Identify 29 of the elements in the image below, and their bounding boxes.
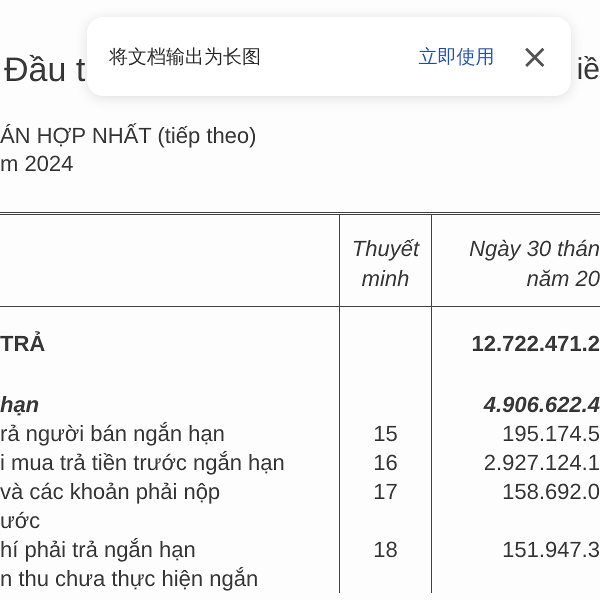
- row-label: rả người bán ngắn hạn: [0, 420, 225, 448]
- close-button[interactable]: ×: [520, 42, 549, 72]
- column-header: minh: [362, 264, 410, 292]
- banner-message: 将文档输出为长图: [109, 44, 262, 70]
- row-label: TRẢ: [0, 330, 46, 358]
- row-label: và các khoản phải nộp: [0, 478, 220, 506]
- amount: 151.947.3: [502, 536, 600, 564]
- amount: 158.692.0: [502, 478, 600, 506]
- amount: 195.174.5: [502, 420, 600, 448]
- note-number: 17: [373, 478, 398, 506]
- document-heading: Đầu t: [4, 50, 86, 91]
- document-subtitle: ÁN HỢP NHẤT (tiếp theo): [0, 122, 258, 150]
- amount: 12.722.471.2: [472, 330, 600, 358]
- row-label: ước: [0, 507, 40, 535]
- column-header: năm 20: [526, 264, 600, 292]
- row-label: hạn: [0, 391, 40, 419]
- row-label: i mua trả tiền trước ngắn hạn: [0, 449, 285, 477]
- note-number: 16: [373, 449, 398, 477]
- use-now-link[interactable]: 立即使用: [418, 44, 494, 70]
- amount: 2.927.124.1: [484, 449, 600, 477]
- amount: 4.906.622.4: [484, 391, 600, 419]
- row-label: hí phải trả ngắn hạn: [0, 536, 196, 564]
- note-number: 15: [373, 420, 398, 448]
- row-label: n thu chưa thực hiện ngắn: [0, 565, 258, 593]
- document-subtitle: m 2024: [0, 150, 74, 178]
- note-number: 18: [373, 536, 398, 564]
- document-heading: iề: [576, 52, 600, 88]
- column-header: Ngày 30 thán: [469, 234, 600, 263]
- column-header: Thuyết: [352, 234, 420, 263]
